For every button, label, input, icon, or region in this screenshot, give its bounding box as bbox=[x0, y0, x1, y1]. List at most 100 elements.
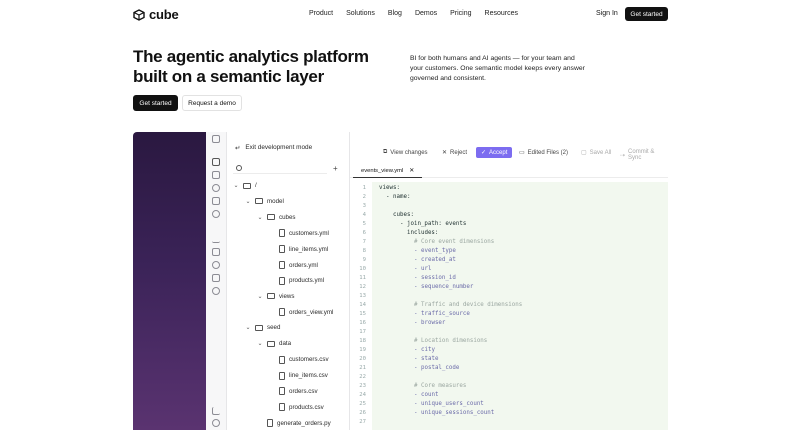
chevron-down-icon[interactable]: ⌄ bbox=[257, 340, 263, 347]
copy-icon[interactable] bbox=[212, 171, 220, 179]
nav-link-solutions[interactable]: Solutions bbox=[346, 10, 375, 17]
code-line: - created_at bbox=[414, 257, 456, 263]
tree-item-label: line_items.csv bbox=[289, 372, 328, 380]
hero-title: The agentic analytics platform built on … bbox=[133, 47, 383, 87]
line-number: 16 bbox=[359, 320, 366, 326]
tab-close-icon[interactable]: ✕ bbox=[409, 168, 414, 174]
editor-icon[interactable] bbox=[212, 158, 220, 166]
code-area[interactable]: 1 views: 2 - name: 3 4 cubes: 5 - join_path: eve… bbox=[350, 182, 668, 430]
nav-link-pricing[interactable]: Pricing bbox=[450, 10, 471, 17]
chevron-down-icon[interactable]: ⌄ bbox=[245, 198, 251, 205]
file-icon[interactable] bbox=[212, 135, 220, 143]
chat-icon[interactable] bbox=[212, 261, 220, 269]
chevron-down-icon[interactable]: ⌄ bbox=[245, 324, 251, 331]
line-number: 15 bbox=[359, 311, 366, 317]
line-number: 12 bbox=[359, 284, 366, 290]
line-number: 11 bbox=[359, 275, 366, 281]
accept-label: Accept bbox=[489, 149, 508, 156]
view-changes-button[interactable]: ⧉ View changes bbox=[383, 149, 428, 156]
accept-button[interactable]: ✓ Accept bbox=[476, 147, 513, 158]
line-number: 7 bbox=[362, 239, 366, 245]
reject-label: Reject bbox=[450, 149, 468, 156]
tree-item-label: data bbox=[279, 340, 292, 347]
tree-item-label: line_items.yml bbox=[289, 245, 329, 253]
tree-folder[interactable]: ⌄ / bbox=[233, 182, 256, 189]
eye-icon[interactable] bbox=[212, 287, 220, 295]
settings-icon[interactable] bbox=[212, 419, 220, 427]
file-search-input[interactable] bbox=[233, 162, 327, 174]
tree-file[interactable]: line_items.csv bbox=[279, 371, 328, 380]
tree-item-label: model bbox=[267, 197, 284, 205]
editor-tabbar: events_view.yml ✕ bbox=[350, 164, 668, 178]
code-line: cubes: bbox=[393, 212, 414, 218]
code-line: - unique_users_count bbox=[414, 401, 484, 407]
tree-file[interactable]: orders.csv bbox=[279, 387, 318, 396]
tree-file[interactable]: customers.yml bbox=[279, 229, 329, 238]
line-number: 19 bbox=[359, 347, 366, 353]
tree-folder[interactable]: ⌄ data bbox=[257, 340, 291, 347]
tree-file[interactable]: products.csv bbox=[279, 403, 324, 412]
logo-text: cube bbox=[149, 7, 179, 22]
chevron-down-icon[interactable]: ⌄ bbox=[233, 182, 239, 189]
line-number: 24 bbox=[359, 392, 366, 398]
icon-rail bbox=[206, 132, 227, 430]
save-all-button[interactable]: ▢ Save All bbox=[581, 149, 612, 157]
file-icon bbox=[279, 403, 285, 412]
tree-file[interactable]: customers.csv bbox=[279, 355, 329, 364]
code-line: - count bbox=[414, 392, 439, 398]
folder-icon bbox=[267, 293, 275, 300]
tree-folder[interactable]: ⌄ cubes bbox=[257, 213, 296, 221]
line-number: 4 bbox=[362, 212, 366, 218]
chevron-down-icon[interactable]: ⌄ bbox=[257, 293, 263, 300]
add-file-icon[interactable]: + bbox=[333, 164, 338, 173]
sign-in-link[interactable]: Sign In bbox=[596, 10, 618, 17]
code-line: # Core event dimensions bbox=[414, 239, 495, 245]
gradient-panel bbox=[133, 132, 206, 430]
get-started-button[interactable]: Get started bbox=[133, 95, 178, 111]
chevron-down-icon[interactable]: ⌄ bbox=[257, 214, 263, 221]
code-line: # Traffic and device dimensions bbox=[414, 302, 523, 308]
exit-dev-mode-button[interactable]: ↵ Exit development mode bbox=[235, 144, 312, 152]
code-line: - url bbox=[414, 266, 432, 272]
code-line: - traffic_source bbox=[414, 311, 470, 317]
tree-folder[interactable]: ⌄ seed bbox=[245, 324, 280, 331]
exit-dev-mode-label: Exit development mode bbox=[245, 144, 313, 151]
reject-button[interactable]: ✕ Reject bbox=[442, 149, 468, 157]
nav-link-demos[interactable]: Demos bbox=[415, 10, 437, 17]
commit-sync-button[interactable]: ⇢ Commit & Sync bbox=[620, 149, 668, 161]
tree-file[interactable]: products.yml bbox=[279, 276, 325, 285]
edited-files-button[interactable]: ▭ Edited Files (2) bbox=[519, 149, 568, 157]
tree-file[interactable]: line_items.yml bbox=[279, 245, 329, 254]
code-line: - unique_sessions_count bbox=[414, 410, 495, 416]
tree-file[interactable]: orders.yml bbox=[279, 261, 318, 269]
activity-icon[interactable] bbox=[212, 235, 220, 243]
file-icon bbox=[279, 371, 285, 380]
nav-link-resources[interactable]: Resources bbox=[485, 10, 518, 17]
request-demo-button[interactable]: Request a demo bbox=[182, 95, 242, 111]
logo[interactable]: cube bbox=[133, 7, 179, 22]
folder-icon bbox=[243, 182, 251, 189]
code-line: includes: bbox=[407, 230, 439, 236]
tree-item-label: products.yml bbox=[289, 277, 325, 285]
tree-item-label: cubes bbox=[279, 213, 296, 221]
tree-file[interactable]: orders_view.yml bbox=[279, 308, 333, 317]
top-nav: cube Product Solutions Blog Demos Pricin… bbox=[0, 0, 800, 28]
nav-get-started-button[interactable]: Get started bbox=[625, 7, 668, 21]
layers-icon[interactable] bbox=[212, 274, 220, 282]
folder-icon bbox=[267, 340, 275, 347]
nav-link-blog[interactable]: Blog bbox=[388, 10, 402, 17]
gear-icon[interactable] bbox=[212, 210, 220, 218]
database-icon[interactable] bbox=[212, 184, 220, 192]
nav-link-product[interactable]: Product bbox=[309, 10, 333, 17]
folder-icon bbox=[267, 214, 275, 221]
save-all-label: Save All bbox=[589, 149, 612, 156]
pen-icon[interactable] bbox=[212, 197, 220, 205]
tree-folder[interactable]: ⌄ views bbox=[257, 293, 294, 300]
query-icon[interactable] bbox=[212, 248, 220, 256]
save-icon: ▢ bbox=[581, 150, 587, 156]
tree-folder[interactable]: ⌄ model bbox=[245, 197, 284, 205]
tree-file[interactable]: generate_orders.py bbox=[267, 419, 331, 427]
code-editor: ⧉ View changes ✕ Reject ✓ Accept ▭ Edite… bbox=[350, 132, 668, 430]
tab-events-view[interactable]: events_view.yml ✕ bbox=[353, 164, 423, 178]
undo-icon[interactable] bbox=[212, 407, 220, 415]
